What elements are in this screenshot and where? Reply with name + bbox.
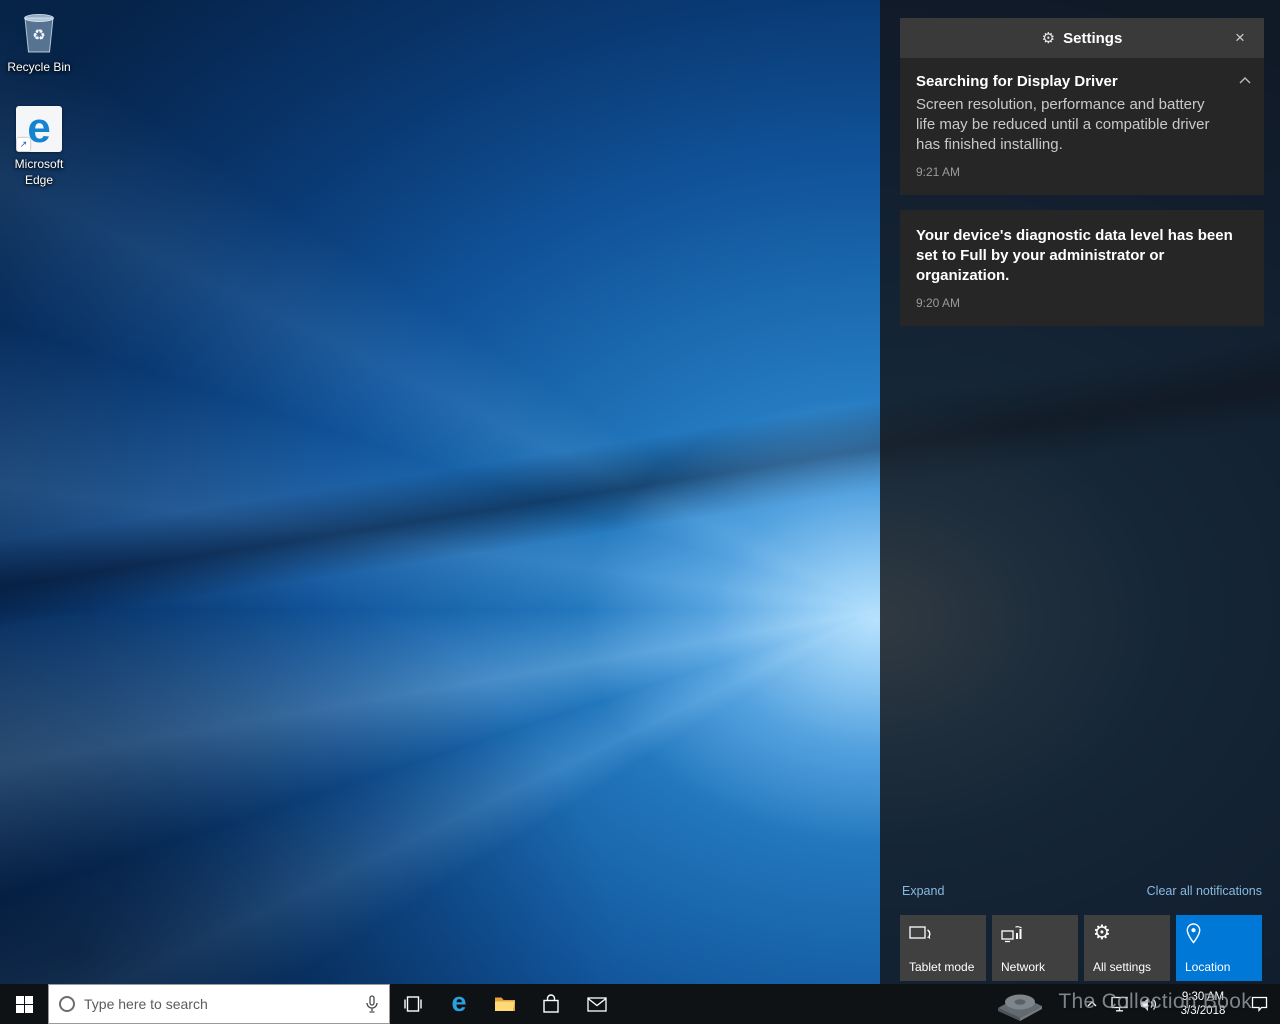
windows-logo-icon (15, 995, 33, 1013)
taskbar-clock[interactable]: 9:30 AM 3/3/2018 (1164, 990, 1242, 1018)
quick-actions-row: Tablet mode Network ⚙ All settings Locat… (900, 915, 1262, 981)
taskbar-file-explorer-button[interactable] (482, 984, 528, 1024)
taskbar-empty-area[interactable] (620, 984, 1080, 1024)
desktop-icon-label: Microsoft Edge (14, 157, 64, 187)
action-center-button[interactable] (1242, 984, 1276, 1024)
start-button[interactable] (0, 984, 48, 1024)
quick-action-label: Network (1001, 960, 1046, 974)
location-pin-icon (1185, 923, 1207, 945)
microsoft-store-icon (543, 994, 559, 1013)
expand-link[interactable]: Expand (902, 884, 944, 898)
search-input[interactable] (84, 996, 356, 1012)
quick-action-tablet-mode[interactable]: Tablet mode (900, 915, 986, 981)
notification-title: Searching for Display Driver (916, 73, 1118, 90)
microsoft-edge-icon: e ↗ (16, 106, 62, 152)
notification-card[interactable]: Searching for Display Driver Screen reso… (900, 58, 1264, 195)
quick-action-network[interactable]: Network (992, 915, 1078, 981)
quick-action-label: Tablet mode (909, 960, 975, 974)
file-explorer-icon (495, 997, 515, 1011)
microphone-icon[interactable] (365, 994, 379, 1014)
notification-body: Screen resolution, performance and batte… (916, 96, 1210, 153)
speaker-icon (1141, 997, 1156, 1011)
notification-time: 9:20 AM (916, 296, 961, 310)
network-icon (1110, 996, 1128, 1012)
volume-tray-button[interactable] (1134, 984, 1164, 1024)
desktop-icon-recycle-bin[interactable]: ♻ Recycle Bin (0, 7, 78, 76)
quick-action-label: All settings (1093, 960, 1152, 974)
action-center-panel: ⚙ Settings × Searching for Display Drive… (880, 0, 1280, 984)
svg-text:♻: ♻ (32, 27, 45, 44)
recycle-bin-icon: ♻ (15, 7, 63, 57)
clear-all-notifications-link[interactable]: Clear all notifications (1147, 884, 1262, 898)
notification-card[interactable]: Your device's diagnostic data level has … (900, 210, 1264, 326)
taskbar-search[interactable] (48, 984, 390, 1024)
notification-group-header: ⚙ Settings × (900, 18, 1264, 58)
clock-time: 9:30 AM (1181, 991, 1225, 1003)
network-tray-button[interactable] (1104, 984, 1134, 1024)
close-group-icon[interactable]: × (1226, 18, 1254, 58)
edge-icon: e (451, 986, 467, 1017)
quick-action-label: Location (1185, 960, 1231, 974)
settings-gear-icon: ⚙ (1093, 922, 1111, 944)
mail-icon (587, 996, 607, 1012)
taskbar-mail-button[interactable] (574, 984, 620, 1024)
system-tray: 9:30 AM 3/3/2018 (1080, 984, 1280, 1024)
screen: ♻ Recycle Bin e ↗ Microsoft Edge ⚙ Setti… (0, 0, 1280, 1024)
notification-title: Your device's diagnostic data level has … (916, 227, 1233, 284)
quick-action-all-settings[interactable]: ⚙ All settings (1084, 915, 1170, 981)
settings-gear-icon: ⚙ (1041, 30, 1056, 47)
task-view-button[interactable] (390, 984, 436, 1024)
clock-date: 3/3/2018 (1180, 1005, 1226, 1017)
chevron-up-icon[interactable] (1238, 72, 1252, 90)
task-view-icon (404, 996, 422, 1012)
cortana-icon (59, 996, 75, 1012)
desktop-icon-microsoft-edge[interactable]: e ↗ Microsoft Edge (0, 104, 78, 188)
shortcut-arrow-icon: ↗ (17, 138, 30, 151)
action-center-icon (1251, 996, 1267, 1012)
chevron-up-icon (1087, 1001, 1097, 1007)
tablet-mode-icon (909, 923, 931, 945)
quick-action-location[interactable]: Location (1176, 915, 1262, 981)
notification-group-title: Settings (1063, 29, 1123, 47)
taskbar-store-button[interactable] (528, 984, 574, 1024)
taskbar-edge-button[interactable]: e (436, 984, 482, 1024)
taskbar: e (0, 984, 1280, 1024)
desktop-icon-label: Recycle Bin (7, 60, 71, 74)
notification-time: 9:21 AM (916, 165, 961, 179)
network-icon (1001, 923, 1023, 945)
show-hidden-icons-button[interactable] (1080, 984, 1104, 1024)
